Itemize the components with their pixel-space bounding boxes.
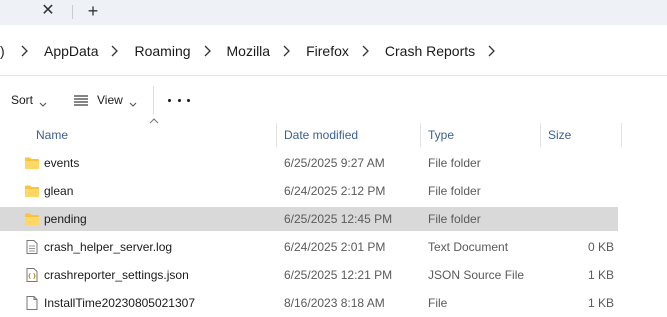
file-size: 0 KB <box>587 240 614 254</box>
breadcrumb-item-appdata[interactable]: AppData <box>44 43 98 59</box>
json-file-icon <box>24 267 40 283</box>
chevron-right-icon[interactable] <box>281 44 291 58</box>
file-row[interactable]: pending 6/25/2025 12:45 PM File folder <box>0 207 618 231</box>
chevron-right-icon[interactable] <box>360 44 370 58</box>
chevron-right-icon[interactable] <box>202 44 212 58</box>
file-type: File folder <box>428 184 481 198</box>
view-list-icon <box>72 93 90 107</box>
column-header-name[interactable]: Name <box>36 123 68 147</box>
more-options-button[interactable] <box>168 90 190 110</box>
breadcrumb: ) AppData Roaming Mozilla Firefox Crash … <box>0 41 511 61</box>
folder-icon <box>24 155 40 171</box>
file-date-modified: 6/25/2025 12:21 PM <box>284 268 393 282</box>
file-type: File folder <box>428 156 481 170</box>
file-date-modified: 6/25/2025 9:27 AM <box>284 156 385 170</box>
chevron-right-icon[interactable] <box>486 44 496 58</box>
column-header-type[interactable]: Type <box>428 123 454 147</box>
file-size <box>540 207 614 231</box>
column-header: Name Date modified Type Size <box>0 118 667 147</box>
file-name: events <box>44 156 80 170</box>
column-divider[interactable] <box>276 123 277 147</box>
breadcrumb-item-firefox[interactable]: Firefox <box>306 43 349 59</box>
chevron-down-icon <box>39 97 47 107</box>
file-row[interactable]: InstallTime20230805021307 8/16/2023 8:18 … <box>0 291 618 315</box>
breadcrumb-item-roaming[interactable]: Roaming <box>134 43 190 59</box>
file-name: crash_helper_server.log <box>44 240 173 254</box>
chevron-down-icon <box>129 97 137 107</box>
breadcrumb-leading-fragment: ) <box>0 43 5 59</box>
column-divider[interactable] <box>420 123 421 147</box>
address-bar[interactable]: ) AppData Roaming Mozilla Firefox Crash … <box>0 25 667 75</box>
column-header-date-modified[interactable]: Date modified <box>284 123 358 147</box>
file-row[interactable]: glean 6/24/2025 2:12 PM File folder <box>0 179 618 203</box>
command-divider <box>153 86 154 114</box>
file-date-modified: 6/25/2025 12:45 PM <box>284 212 393 226</box>
file-type: File <box>428 296 448 310</box>
chevron-right-icon[interactable] <box>109 44 119 58</box>
view-label: View <box>97 93 123 107</box>
file-name: pending <box>44 212 87 226</box>
chevron-right-icon[interactable] <box>19 44 29 58</box>
tab-strip: ✕ + <box>0 0 667 25</box>
file-size: 1 KB <box>587 296 614 310</box>
column-header-size[interactable]: Size <box>548 123 571 147</box>
file-date-modified: 6/24/2025 2:12 PM <box>284 184 386 198</box>
text-file-icon <box>24 239 40 255</box>
close-tab-button[interactable]: ✕ <box>38 1 58 21</box>
command-bar: Sort View <box>0 75 667 123</box>
file-name: glean <box>44 184 74 198</box>
file-row[interactable]: crashreporter_settings.json 6/25/2025 12:… <box>0 263 618 287</box>
file-row[interactable]: events 6/25/2025 9:27 AM File folder <box>0 151 618 175</box>
column-divider[interactable] <box>540 123 541 147</box>
file-date-modified: 8/16/2023 8:18 AM <box>284 296 385 310</box>
column-divider[interactable] <box>621 123 622 147</box>
file-row[interactable]: crash_helper_server.log 6/24/2025 2:01 PM… <box>0 235 618 259</box>
file-size: 1 KB <box>587 268 614 282</box>
file-size <box>540 179 614 203</box>
new-tab-button[interactable]: + <box>82 0 104 22</box>
breadcrumb-item-mozilla[interactable]: Mozilla <box>227 43 271 59</box>
file-name: crashreporter_settings.json <box>44 268 189 282</box>
breadcrumb-item-crash-reports[interactable]: Crash Reports <box>385 43 475 59</box>
sort-label: Sort <box>11 93 34 107</box>
view-button[interactable]: View <box>72 90 137 110</box>
sort-button[interactable]: Sort <box>0 90 47 110</box>
file-size <box>540 151 614 175</box>
file-icon <box>24 295 40 311</box>
file-type: Text Document <box>428 240 509 254</box>
sort-ascending-icon <box>149 118 159 124</box>
file-name: InstallTime20230805021307 <box>44 296 196 310</box>
folder-icon <box>24 183 40 199</box>
file-type: File folder <box>428 212 481 226</box>
tab-divider <box>72 5 73 19</box>
folder-icon <box>24 211 40 227</box>
file-type: JSON Source File <box>428 268 525 282</box>
ellipsis-icon <box>168 98 171 102</box>
file-date-modified: 6/24/2025 2:01 PM <box>284 240 386 254</box>
